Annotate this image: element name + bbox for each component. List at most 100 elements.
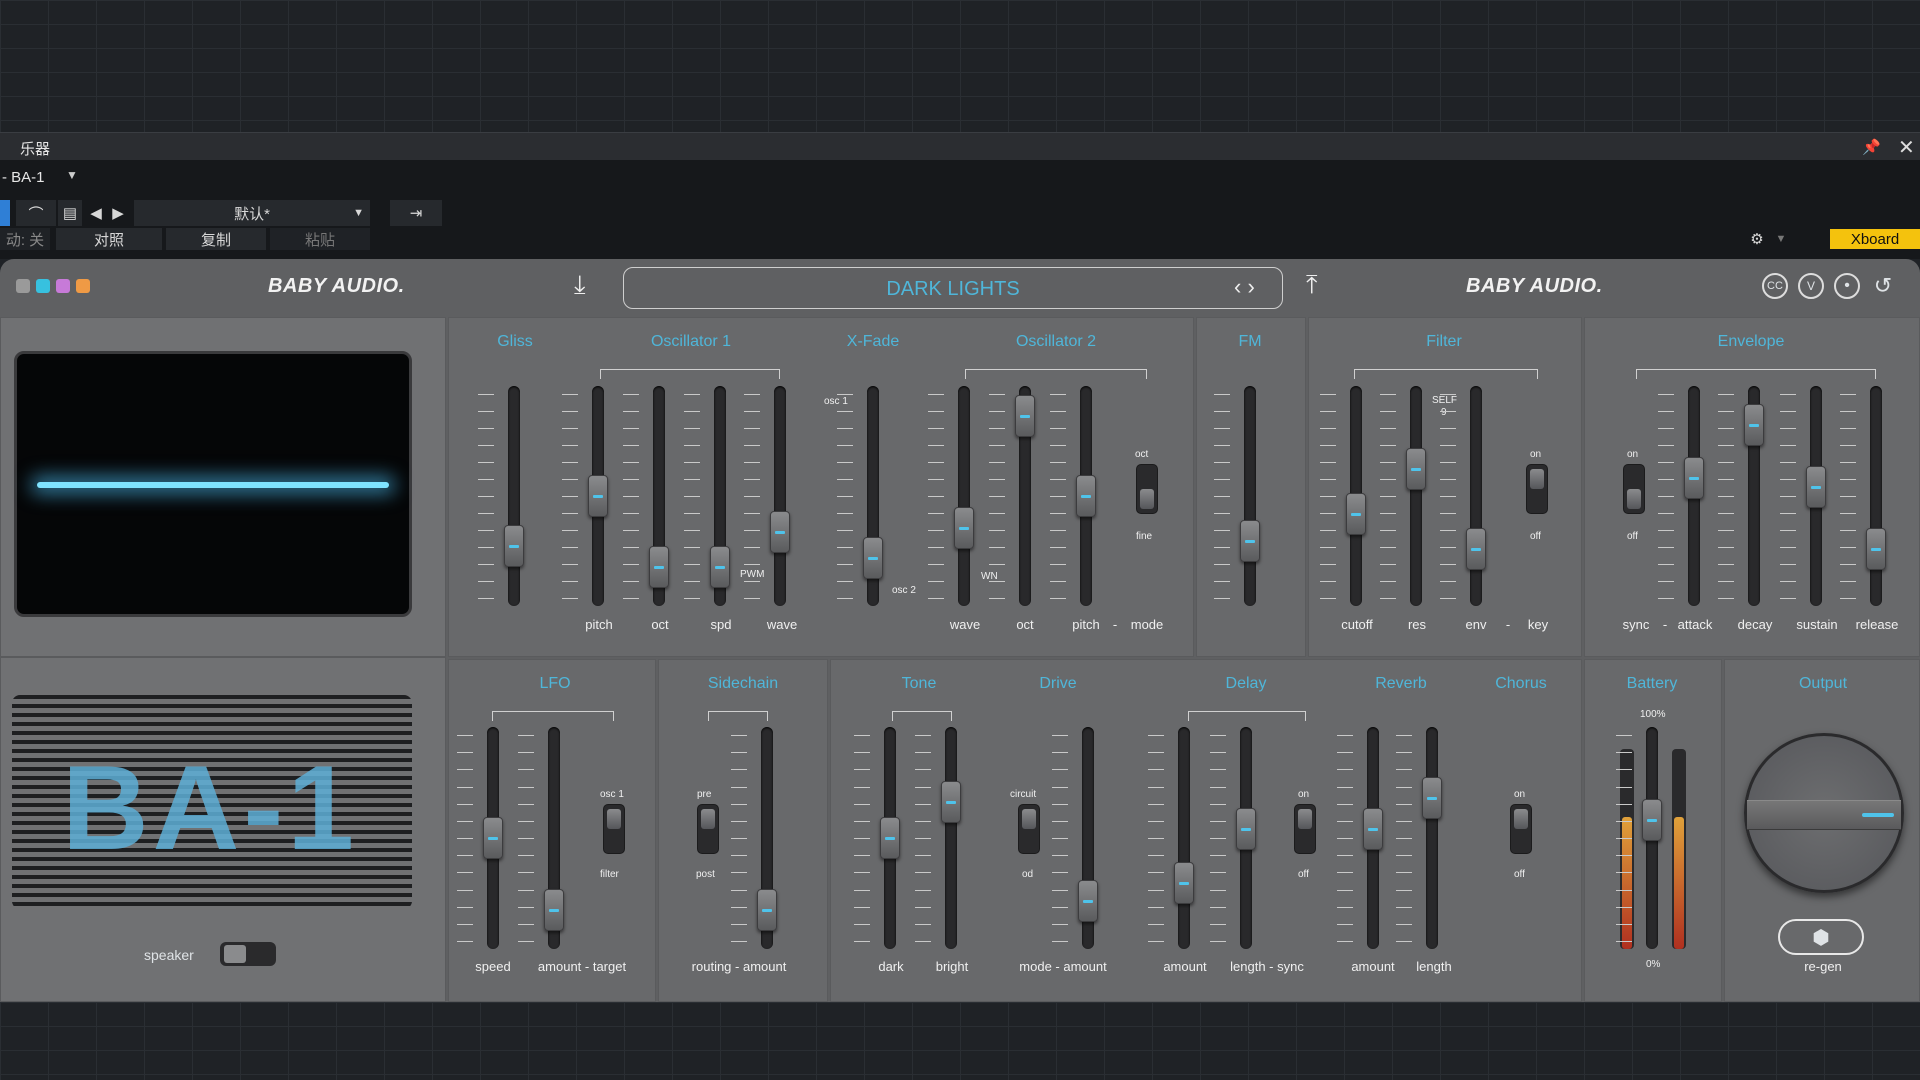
output-knob[interactable] [1744, 733, 1904, 893]
slider-handle[interactable] [1363, 808, 1383, 850]
slider-handle[interactable] [757, 889, 777, 931]
slider-sustain[interactable] [1780, 386, 1826, 606]
slider-tick [1840, 530, 1856, 531]
next-preset-icon[interactable]: ▶ [108, 200, 128, 226]
slider-handle[interactable] [954, 507, 974, 550]
delay-sync-switch[interactable] [1294, 804, 1316, 854]
route-icon[interactable]: ⇥ [390, 200, 442, 226]
slider-oct[interactable] [623, 386, 669, 606]
preset-browser[interactable]: DARK LIGHTS ‹ › [623, 267, 1283, 309]
preset-nav-icon[interactable]: ‹ › [1234, 274, 1255, 300]
drive-mode-switch[interactable] [1018, 804, 1040, 854]
slider-handle[interactable] [1076, 475, 1096, 517]
pin-icon[interactable]: 📌 [1862, 138, 1881, 156]
target-icon[interactable]: • [1834, 273, 1860, 299]
gear-icon[interactable]: ⚙ [1746, 228, 1768, 250]
xboard-button[interactable]: Xboard [1830, 229, 1920, 249]
slider-handle[interactable] [1684, 457, 1704, 500]
slider-handle[interactable] [1236, 808, 1256, 850]
paste-button[interactable]: 粘贴 [270, 228, 370, 250]
close-icon[interactable]: ✕ [1898, 135, 1915, 160]
color-dot-2[interactable] [36, 279, 50, 293]
chevron-down-icon[interactable]: ▼ [66, 168, 78, 182]
slider-oct2[interactable] [989, 386, 1035, 606]
slider-handle[interactable] [1015, 394, 1035, 437]
slider-cutoff[interactable] [1320, 386, 1366, 606]
slider-delay-len[interactable] [1210, 727, 1256, 949]
slider-drive[interactable] [1052, 727, 1098, 949]
slider-handle[interactable] [1744, 403, 1764, 446]
slider-handle[interactable] [880, 817, 900, 859]
slider-handle[interactable] [1346, 492, 1366, 535]
auto-off-button[interactable]: 动: 关 [0, 228, 50, 250]
slider-handle[interactable] [1078, 880, 1098, 922]
osc2-mode-switch[interactable] [1136, 464, 1158, 514]
slider-dark[interactable] [854, 727, 900, 949]
slider-handle[interactable] [1866, 528, 1886, 571]
color-dot-4[interactable] [76, 279, 90, 293]
slider-lfo-speed[interactable] [457, 727, 503, 949]
slider-release[interactable] [1840, 386, 1886, 606]
download-icon[interactable]: ⤓ [574, 269, 586, 301]
chorus-switch[interactable] [1510, 804, 1532, 854]
slider-tick [1658, 513, 1674, 514]
slider-handle[interactable] [544, 889, 564, 931]
lfo-target-switch[interactable] [603, 804, 625, 854]
slider-handle[interactable] [483, 817, 503, 859]
slider-wave2[interactable] [928, 386, 974, 606]
speaker-toggle[interactable] [220, 942, 276, 966]
slider-handle[interactable] [1466, 528, 1486, 571]
slider-handle[interactable] [1422, 777, 1442, 820]
slider-handle[interactable] [1174, 862, 1194, 904]
slider-handle[interactable] [504, 524, 524, 567]
slider-decay[interactable] [1718, 386, 1764, 606]
slider-handle[interactable] [863, 537, 883, 580]
slider-rev-len[interactable] [1396, 727, 1442, 949]
slider-battery[interactable] [1616, 727, 1662, 949]
copy-button[interactable]: 复制 [166, 228, 266, 250]
preset-list-icon[interactable]: ▤ [58, 200, 82, 226]
reset-icon[interactable]: ↺ [1870, 273, 1896, 299]
slider-handle[interactable] [1642, 799, 1662, 841]
dice-icon[interactable]: ⬢ [1778, 919, 1864, 955]
slider-tick [1616, 769, 1632, 771]
slider-handle[interactable] [1406, 448, 1426, 491]
slider-tick [1210, 941, 1226, 942]
slider-fm[interactable] [1214, 386, 1260, 606]
slider-env[interactable] [1440, 386, 1486, 606]
slider-handle[interactable] [1806, 466, 1826, 509]
slider-spd[interactable] [684, 386, 730, 606]
slider-delay-amt[interactable] [1148, 727, 1194, 949]
compare-button[interactable]: 对照 [56, 228, 162, 250]
upload-icon[interactable]: ⤒ [1306, 269, 1318, 301]
slider-gliss[interactable] [478, 386, 524, 606]
undo-icon[interactable]: ⌒ [16, 200, 56, 226]
power-indicator[interactable] [0, 200, 10, 226]
slider-handle[interactable] [770, 510, 790, 553]
slider-xfade[interactable] [837, 386, 883, 606]
slider-rev-amt[interactable] [1337, 727, 1383, 949]
slider-handle[interactable] [649, 546, 669, 589]
slider-lfo-amt[interactable] [518, 727, 564, 949]
v-icon[interactable]: V [1798, 273, 1824, 299]
sidechain-routing-switch[interactable] [697, 804, 719, 854]
chevron-down-icon[interactable]: ▼ [1772, 228, 1790, 250]
slider-bright[interactable] [915, 727, 961, 949]
preset-dropdown[interactable]: 默认* ▼ [134, 200, 370, 226]
slider-handle[interactable] [710, 546, 730, 589]
prev-preset-icon[interactable]: ◀ [86, 200, 106, 226]
slider-sidechain[interactable] [731, 727, 777, 949]
color-dot-1[interactable] [16, 279, 30, 293]
slider-handle[interactable] [941, 781, 961, 823]
slider-pitch2[interactable] [1050, 386, 1096, 606]
slider-res[interactable] [1380, 386, 1426, 606]
env-sync-switch[interactable] [1623, 464, 1645, 514]
slider-wave[interactable] [744, 386, 790, 606]
slider-attack[interactable] [1658, 386, 1704, 606]
color-dot-3[interactable] [56, 279, 70, 293]
slider-handle[interactable] [588, 475, 608, 517]
cc-icon[interactable]: CC [1762, 273, 1788, 299]
slider-pitch[interactable] [562, 386, 608, 606]
slider-handle[interactable] [1240, 519, 1260, 562]
filter-key-switch[interactable] [1526, 464, 1548, 514]
